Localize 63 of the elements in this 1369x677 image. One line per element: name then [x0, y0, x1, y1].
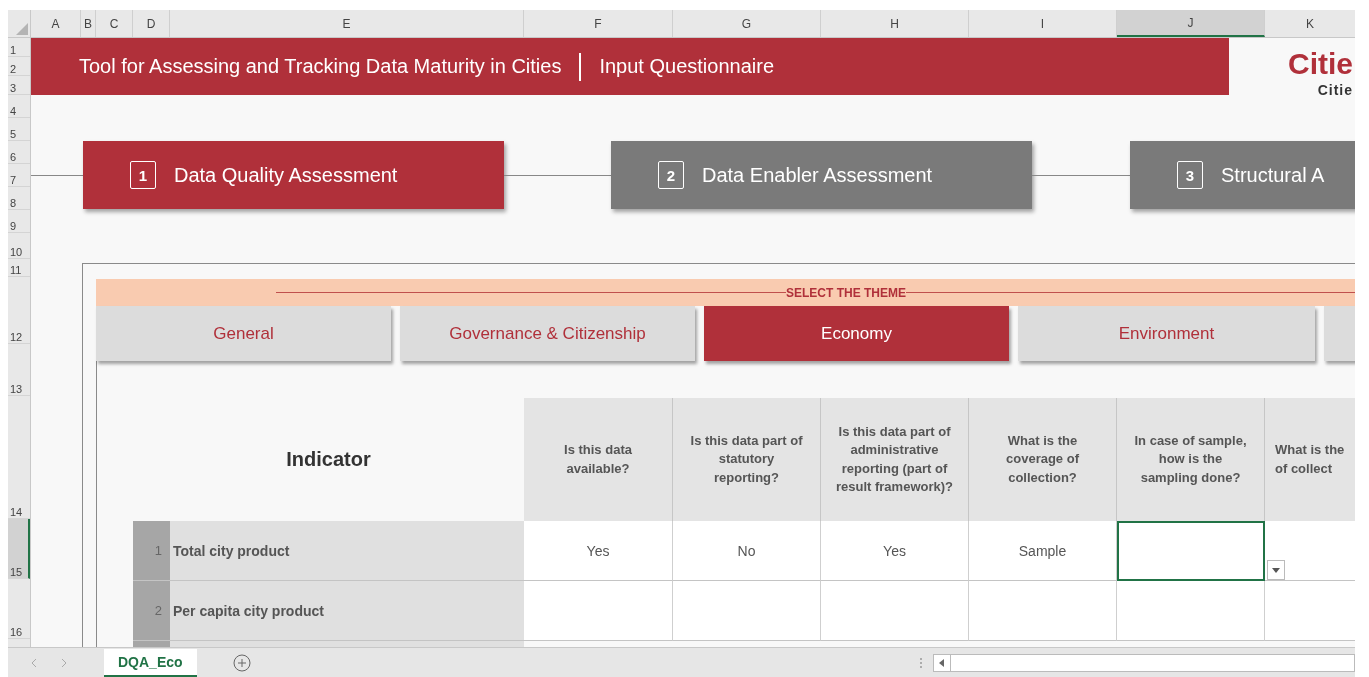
column-header[interactable]: J: [1117, 10, 1265, 37]
dropdown-button[interactable]: [1267, 560, 1285, 580]
splitter-icon[interactable]: [918, 656, 923, 669]
column-heading: In case of sample, how is the sampling done?: [1117, 398, 1265, 521]
row-header[interactable]: 16: [8, 579, 30, 639]
row-header[interactable]: 11: [8, 259, 30, 277]
theme-tab[interactable]: General: [96, 306, 391, 361]
row-header[interactable]: 15: [8, 519, 30, 579]
table-cell[interactable]: [1117, 521, 1265, 581]
logo-tagline: Citie: [1317, 82, 1353, 95]
table-cell[interactable]: No: [673, 521, 821, 581]
row-header[interactable]: 8: [8, 187, 30, 210]
theme-tab[interactable]: Governance & Citizenship: [400, 306, 695, 361]
table-cell[interactable]: Yes: [821, 521, 969, 581]
next-sheet-icon[interactable]: [60, 657, 68, 668]
column-heading: Is this data available?: [524, 398, 673, 521]
column-header[interactable]: B: [81, 10, 96, 37]
column-heading: Is this data part of administrative reporting (part of result framework)?: [821, 398, 969, 521]
theme-tab[interactable]: Environment: [1018, 306, 1315, 361]
add-sheet-icon[interactable]: [232, 653, 251, 672]
row-number: 1: [133, 521, 170, 581]
table-cell[interactable]: Yes: [524, 521, 673, 581]
column-heading: What is the coverage of collection?: [969, 398, 1117, 521]
column-heading: What is the of collect: [1265, 398, 1355, 521]
row-header[interactable]: 2: [8, 57, 30, 76]
column-header[interactable]: F: [524, 10, 673, 37]
row-header[interactable]: 13: [8, 344, 30, 396]
previous-sheet-icon[interactable]: [30, 657, 38, 668]
column-header[interactable]: H: [821, 10, 969, 37]
indicator-heading: Indicator: [285, 447, 372, 472]
horizontal-scrollbar[interactable]: [932, 653, 1355, 672]
theme-tab[interactable]: Economy: [704, 306, 1009, 361]
select-all-icon[interactable]: [16, 23, 28, 35]
row-header[interactable]: 1: [8, 38, 30, 57]
caret-icon: [1272, 567, 1280, 573]
scroll-left-icon[interactable]: [939, 658, 945, 667]
table-cell[interactable]: Sample: [969, 521, 1117, 581]
step-button[interactable]: 1 Data Quality Assessment: [83, 141, 504, 209]
column-header[interactable]: C: [96, 10, 133, 37]
logo-text: Citie: [1288, 46, 1353, 82]
banner-subtitle: Input Questionnaire: [599, 55, 774, 78]
column-header[interactable]: E: [170, 10, 524, 37]
row-header[interactable]: 12: [8, 277, 30, 344]
row-header[interactable]: 9: [8, 210, 30, 233]
row-header[interactable]: 7: [8, 164, 30, 187]
column-heading: Is this data part of statutory reporting?: [673, 398, 821, 521]
step-button[interactable]: 3 Structural A: [1130, 141, 1355, 209]
column-header[interactable]: G: [673, 10, 821, 37]
row-header[interactable]: 5: [8, 118, 30, 141]
column-header[interactable]: K: [1265, 10, 1355, 37]
row-header[interactable]: 6: [8, 141, 30, 164]
theme-heading: SELECT THE THEME: [786, 285, 906, 300]
banner-title: Tool for Assessing and Tracking Data Maturity in Cities: [79, 55, 562, 78]
indicator-cell: Total city product: [170, 521, 524, 581]
indicator-cell: Per capita city product: [170, 581, 524, 641]
row-header[interactable]: 10: [8, 233, 30, 259]
row-header[interactable]: 4: [8, 95, 30, 118]
sheet-tab[interactable]: DQA_Eco: [104, 648, 197, 677]
column-header[interactable]: A: [31, 10, 81, 37]
row-header[interactable]: 3: [8, 76, 30, 95]
row-number: 2: [133, 581, 170, 641]
step-button[interactable]: 2 Data Enabler Assessment: [611, 141, 1032, 209]
column-header[interactable]: D: [133, 10, 170, 37]
